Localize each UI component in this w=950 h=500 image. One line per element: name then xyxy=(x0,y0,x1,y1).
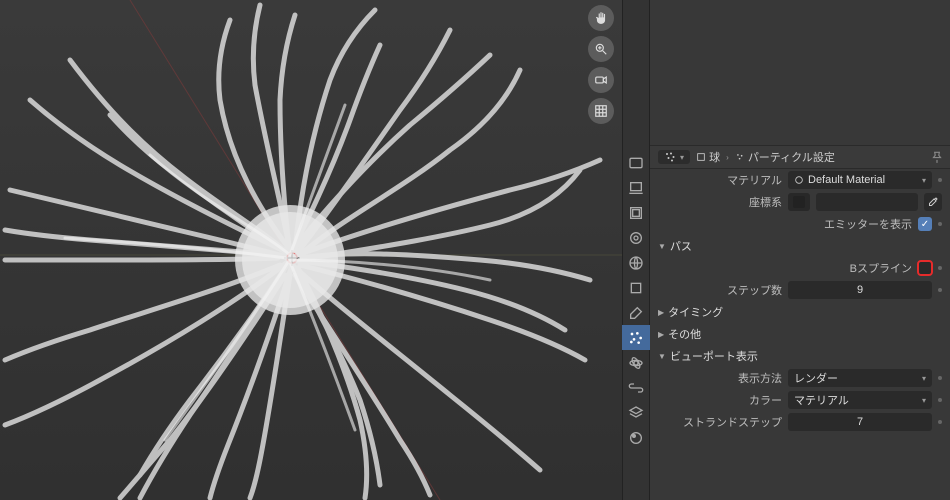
anim-dot[interactable] xyxy=(938,288,942,292)
draw-color-dropdown[interactable]: マテリアル▾ xyxy=(788,391,932,409)
tool-modifier-icon[interactable] xyxy=(622,300,650,325)
tool-data-icon[interactable] xyxy=(622,400,650,425)
anim-dot[interactable] xyxy=(938,222,942,226)
tool-constraint-icon[interactable] xyxy=(622,375,650,400)
panel-other-label: その他 xyxy=(668,326,701,342)
checkbox-bspline[interactable] xyxy=(918,261,932,275)
hand-icon[interactable] xyxy=(588,5,614,31)
row-steps: ステップ数 9 xyxy=(650,279,950,301)
tool-render-icon[interactable] xyxy=(622,150,650,175)
tool-material-icon[interactable] xyxy=(622,425,650,450)
breadcrumb-context[interactable]: ▾ xyxy=(658,150,690,164)
anim-dot[interactable] xyxy=(938,376,942,380)
breadcrumb: ▾ 球 › パーティクル設定 xyxy=(650,145,950,169)
viewport-3d[interactable] xyxy=(0,0,622,500)
panel-timing-header[interactable]: ▶ タイミング xyxy=(650,301,950,323)
particles-icon xyxy=(735,152,745,162)
panel-viewport-label: ビューポート表示 xyxy=(670,348,758,364)
tool-physics-icon[interactable] xyxy=(622,350,650,375)
panel-viewport-header[interactable]: ▼ ビューポート表示 xyxy=(650,345,950,367)
breadcrumb-object[interactable]: 球 xyxy=(696,149,720,165)
grid-icon[interactable] xyxy=(588,98,614,124)
pin-icon[interactable] xyxy=(930,150,944,164)
label-coord: 座標系 xyxy=(654,194,782,210)
breadcrumb-settings[interactable]: パーティクル設定 xyxy=(735,149,835,165)
display-as-dropdown[interactable]: レンダー▾ xyxy=(788,369,932,387)
row-display-as: 表示方法 レンダー▾ xyxy=(650,367,950,389)
steps-value[interactable]: 9 xyxy=(788,281,932,299)
tool-output-icon[interactable] xyxy=(622,175,650,200)
row-material: マテリアル Default Material ▾ xyxy=(650,169,950,191)
coord-object-name[interactable] xyxy=(816,193,918,211)
row-show-emitter: エミッターを表示 ✓ xyxy=(650,213,950,235)
tool-object-icon[interactable] xyxy=(622,275,650,300)
label-bspline: Bスプライン xyxy=(850,260,912,276)
row-draw-color: カラー マテリアル▾ xyxy=(650,389,950,411)
strand-steps-value[interactable]: 7 xyxy=(788,413,932,431)
camera-icon[interactable] xyxy=(588,67,614,93)
material-icon xyxy=(794,175,804,185)
mesh-icon xyxy=(696,152,706,162)
anim-dot[interactable] xyxy=(938,178,942,182)
properties-area: ▾ 球 › パーティクル設定 マテリアル Default Material ▾ xyxy=(622,0,950,500)
tool-viewlayer-icon[interactable] xyxy=(622,200,650,225)
coord-object-field[interactable] xyxy=(788,193,810,211)
row-coord: 座標系 xyxy=(650,191,950,213)
anim-dot[interactable] xyxy=(938,266,942,270)
label-draw-color: カラー xyxy=(654,392,782,408)
panel-path-header[interactable]: ▼ パス xyxy=(650,235,950,257)
anim-dot[interactable] xyxy=(938,398,942,402)
anim-dot[interactable] xyxy=(938,420,942,424)
zoom-icon[interactable] xyxy=(588,36,614,62)
tool-scene-icon[interactable] xyxy=(622,225,650,250)
properties-tabs xyxy=(622,0,650,500)
label-display-as: 表示方法 xyxy=(654,370,782,386)
particles-icon xyxy=(664,151,676,163)
row-strand-steps: ストランドステップ 7 xyxy=(650,411,950,433)
panel-other-header[interactable]: ▶ その他 xyxy=(650,323,950,345)
properties-panel: ▾ 球 › パーティクル設定 マテリアル Default Material ▾ xyxy=(650,0,950,500)
label-strand-steps: ストランドステップ xyxy=(654,414,782,430)
label-show-emitter: エミッターを表示 xyxy=(824,216,912,232)
eyedropper-icon[interactable] xyxy=(924,193,942,211)
label-steps: ステップ数 xyxy=(654,282,782,298)
material-dropdown[interactable]: Default Material ▾ xyxy=(788,171,932,189)
viewport-canvas xyxy=(0,0,622,500)
panel-path-label: パス xyxy=(670,238,692,254)
viewport-nav-buttons xyxy=(588,5,614,124)
checkbox-show-emitter[interactable]: ✓ xyxy=(918,217,932,231)
panel-timing-label: タイミング xyxy=(668,304,723,320)
tool-world-icon[interactable] xyxy=(622,250,650,275)
tool-particles-icon[interactable] xyxy=(622,325,650,350)
label-material: マテリアル xyxy=(654,172,782,188)
row-bspline: Bスプライン xyxy=(650,257,950,279)
